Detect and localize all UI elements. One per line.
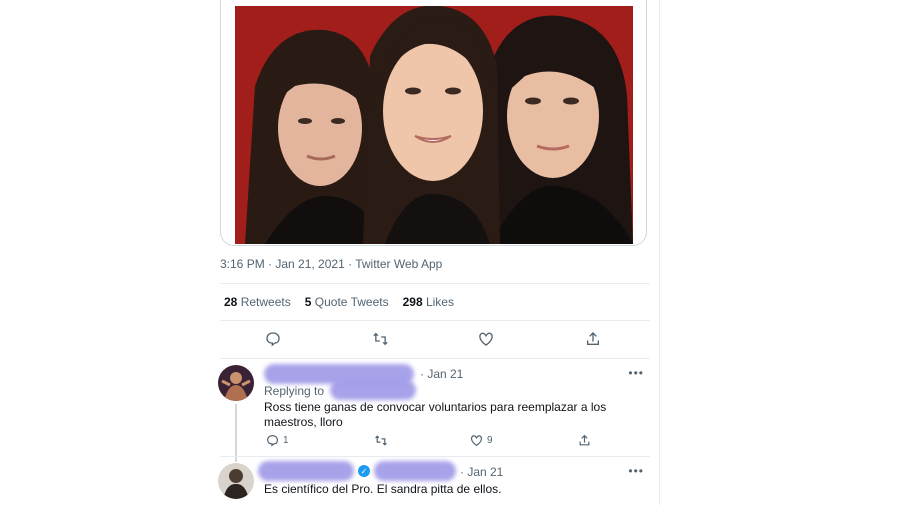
- more-options-icon[interactable]: •••: [628, 464, 644, 478]
- avatar[interactable]: [218, 365, 254, 401]
- stat-quotes-count: 5: [304, 295, 312, 309]
- reply-icon: [266, 332, 280, 347]
- reply-button[interactable]: [262, 328, 284, 350]
- divider: [220, 358, 650, 359]
- like-button[interactable]: [475, 328, 497, 350]
- divider: [220, 456, 650, 457]
- reply-date[interactable]: · Jan 21: [420, 367, 463, 381]
- more-options-icon[interactable]: •••: [628, 366, 644, 380]
- reply-date[interactable]: · Jan 21: [460, 465, 503, 479]
- retweet-button[interactable]: [374, 434, 388, 447]
- replying-to-label: Replying to: [264, 384, 325, 398]
- reply-button[interactable]: 1: [266, 434, 289, 447]
- stat-quotes-label: Quote Tweets: [314, 295, 389, 309]
- stat-likes-label: Likes: [425, 295, 454, 309]
- reply-text: Es científico del Pro. El sandra pitta d…: [264, 482, 502, 496]
- share-button[interactable]: [582, 328, 604, 350]
- avatar[interactable]: [218, 463, 254, 499]
- reply-text: Ross tiene ganas de convocar voluntarios…: [264, 400, 607, 429]
- retweet-icon: [375, 435, 387, 446]
- verified-badge-icon: ✓: [358, 465, 370, 477]
- stat-retweets-count: 28: [224, 295, 238, 309]
- reply-count: 1: [283, 435, 289, 446]
- reply-tweet[interactable]: ✓ · Jan 21 ••• Es científico del Pro. El…: [218, 460, 658, 505]
- retweet-icon: [372, 332, 388, 346]
- divider: [220, 283, 650, 284]
- stat-retweets[interactable]: 28 Retweets: [224, 295, 291, 309]
- avatar-image: [218, 463, 254, 499]
- redacted-display-name: [258, 461, 354, 481]
- divider: [220, 320, 650, 321]
- like-icon: [470, 435, 483, 447]
- like-button[interactable]: 9: [470, 434, 493, 447]
- reply-icon: [267, 435, 278, 447]
- tweet-column: 3:16 PM · Jan 21, 2021 · Twitter Web App…: [210, 0, 660, 505]
- redacted-mention: [330, 380, 416, 400]
- tweet-photo[interactable]: [235, 6, 633, 244]
- retweet-button[interactable]: [369, 328, 391, 350]
- share-icon: [579, 434, 590, 446]
- share-button[interactable]: [578, 434, 591, 447]
- avatar-image: [218, 365, 254, 401]
- stat-likes[interactable]: 298 Likes: [403, 295, 454, 309]
- tweet-timestamp[interactable]: 3:16 PM · Jan 21, 2021 · Twitter Web App: [220, 257, 442, 271]
- tweet-stats: 28 Retweets 5 Quote Tweets 298 Likes: [224, 295, 454, 309]
- redacted-username: [374, 461, 456, 481]
- like-count: 9: [487, 435, 493, 446]
- share-icon: [587, 332, 599, 345]
- stat-quote-tweets[interactable]: 5 Quote Tweets: [305, 295, 389, 309]
- tweet-actions: [210, 328, 660, 350]
- thread-line: [235, 404, 237, 462]
- tweet-media[interactable]: [220, 0, 647, 246]
- photo-illustration: [235, 6, 633, 244]
- like-icon: [479, 332, 493, 346]
- stat-likes-count: 298: [402, 295, 423, 309]
- reply-tweet[interactable]: · Jan 21 ••• Replying to Ross tiene gana…: [218, 362, 658, 462]
- stat-retweets-label: Retweets: [240, 295, 291, 309]
